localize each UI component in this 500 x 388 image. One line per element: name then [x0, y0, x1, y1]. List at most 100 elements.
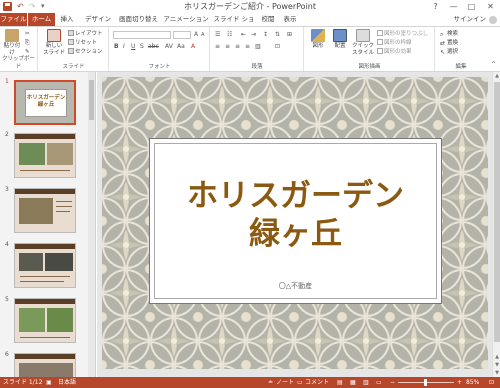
- copy-icon[interactable]: ⎘: [25, 39, 29, 47]
- slide-thumbnail-1[interactable]: ホリスガーデン緑ヶ丘: [14, 80, 76, 125]
- quick-styles-button[interactable]: クイック スタイル: [352, 29, 374, 57]
- thumb-header: [15, 189, 75, 194]
- bold-icon[interactable]: B: [114, 43, 119, 51]
- normal-view-icon[interactable]: ▤: [337, 377, 343, 388]
- align-center-icon[interactable]: ≡: [225, 43, 230, 51]
- font-color-icon[interactable]: A: [191, 43, 195, 51]
- paste-icon: [5, 29, 19, 42]
- shrink-font-icon[interactable]: A: [201, 31, 204, 39]
- strikethrough-icon[interactable]: abc: [148, 43, 159, 51]
- powerpoint-window: ↶ ↷ ▾ ホリスガーデンご紹介 - PowerPoint ? — □ ✕ ファ…: [0, 0, 500, 388]
- scrollbar-thumb[interactable]: [89, 80, 94, 120]
- slide-number: 3: [5, 186, 9, 193]
- notes-icon[interactable]: ≐: [268, 377, 273, 388]
- zoom-out-icon[interactable]: −: [390, 377, 395, 388]
- signin-link[interactable]: サインイン: [454, 13, 487, 26]
- tab-design[interactable]: デザイン: [83, 13, 113, 26]
- slide-thumbnail-2[interactable]: [14, 133, 76, 178]
- notes-button[interactable]: ノート: [276, 377, 294, 388]
- align-right-icon[interactable]: ≡: [235, 43, 240, 51]
- slides-label: スライド: [62, 64, 85, 70]
- slideshow-view-icon[interactable]: ▭: [376, 377, 382, 388]
- tab-transitions[interactable]: 画面切り替え: [117, 13, 160, 26]
- avatar[interactable]: [489, 16, 497, 24]
- editor-scrollbar[interactable]: ▲ ▲ ▼ ▼: [492, 72, 500, 377]
- scrollbar-thumb[interactable]: [494, 82, 500, 342]
- slide-thumbnail-6[interactable]: [14, 353, 76, 377]
- font-name-select[interactable]: [113, 31, 171, 39]
- find-button[interactable]: ⌕ 検索: [440, 30, 458, 38]
- tab-view[interactable]: 表示: [281, 13, 299, 26]
- smartart-icon[interactable]: ⊡: [275, 43, 280, 51]
- zoom-in-icon[interactable]: +: [457, 377, 462, 388]
- tab-home[interactable]: ホーム: [28, 13, 55, 26]
- shapes-button[interactable]: 図形: [308, 29, 328, 50]
- collapse-ribbon-icon[interactable]: ^: [491, 61, 496, 69]
- layout-button[interactable]: レイアウト: [68, 30, 103, 38]
- prev-slide-icon[interactable]: ▲: [493, 353, 500, 361]
- cut-icon[interactable]: ✂: [25, 30, 30, 38]
- fit-slide-icon[interactable]: ⊡: [489, 377, 494, 388]
- close-button[interactable]: ✕: [484, 0, 497, 13]
- align-text-icon[interactable]: ⊞: [287, 31, 292, 39]
- shape-effects-button[interactable]: 図形の効果: [377, 48, 412, 56]
- columns-icon[interactable]: ▥: [255, 43, 261, 51]
- decrease-indent-icon[interactable]: ⇤: [241, 31, 246, 39]
- slide-title[interactable]: ホリスガーデン 緑ヶ丘: [150, 177, 441, 253]
- justify-icon[interactable]: ≡: [245, 43, 250, 51]
- line-spacing-icon[interactable]: ↕: [263, 31, 268, 39]
- font-size-select[interactable]: [173, 31, 191, 39]
- grow-font-icon[interactable]: A: [194, 31, 198, 39]
- section-button[interactable]: セクション: [68, 48, 103, 56]
- reading-view-icon[interactable]: ▥: [363, 377, 369, 388]
- new-slide-button[interactable]: 新しい スライド: [42, 29, 66, 57]
- reset-button[interactable]: リセット: [68, 39, 97, 47]
- zoom-level[interactable]: 85%: [466, 377, 479, 388]
- clipboard-label: クリップボード: [1, 56, 35, 70]
- comments-icon[interactable]: ▭: [297, 377, 303, 388]
- text-direction-icon[interactable]: ⇅: [275, 31, 280, 39]
- spellcheck-icon[interactable]: ▣: [46, 377, 52, 388]
- slide-canvas[interactable]: ホリスガーデン 緑ヶ丘 〇△不動産: [102, 77, 488, 369]
- shadow-icon[interactable]: S: [140, 43, 144, 51]
- shape-outline-button[interactable]: 図形の枠線: [377, 39, 412, 47]
- select-button[interactable]: ↖ 選択: [440, 48, 458, 56]
- slide-subtitle[interactable]: 〇△不動産: [150, 281, 441, 291]
- title-line-1: ホリスガーデン: [187, 178, 404, 214]
- slide-thumbnail-3[interactable]: [14, 188, 76, 233]
- zoom-slider-knob[interactable]: [424, 379, 427, 386]
- case-icon[interactable]: Aa: [177, 43, 185, 51]
- increase-indent-icon[interactable]: ⇥: [251, 31, 256, 39]
- title-placeholder[interactable]: ホリスガーデン 緑ヶ丘 〇△不動産: [149, 138, 442, 304]
- help-icon[interactable]: ?: [429, 0, 442, 13]
- bullets-icon[interactable]: ☰: [215, 31, 220, 39]
- tab-insert[interactable]: 挿入: [58, 13, 76, 26]
- slide-sorter-icon[interactable]: ▦: [350, 377, 356, 388]
- tab-animations[interactable]: アニメーション: [163, 13, 209, 26]
- shape-fill-button[interactable]: 図形の塗りつぶし: [377, 30, 428, 38]
- italic-icon[interactable]: I: [123, 43, 125, 51]
- arrange-button[interactable]: 配置: [330, 29, 350, 50]
- thumb-photo: [19, 143, 45, 165]
- slides-pane-scrollbar[interactable]: [88, 72, 95, 377]
- tab-file[interactable]: ファイル: [0, 13, 27, 26]
- language-indicator[interactable]: 日本語: [58, 377, 76, 388]
- tab-review[interactable]: 校閲: [259, 13, 277, 26]
- next-slide-icon[interactable]: ▼: [493, 361, 500, 369]
- minimize-button[interactable]: —: [447, 0, 460, 13]
- tab-slideshow[interactable]: スライド ショー: [211, 13, 257, 36]
- editing-label: 編集: [455, 64, 467, 70]
- spacing-icon[interactable]: AV: [165, 43, 173, 51]
- maximize-button[interactable]: □: [465, 0, 478, 13]
- replace-button[interactable]: ⇄ 置換: [440, 39, 458, 47]
- underline-icon[interactable]: U: [131, 43, 135, 51]
- comments-button[interactable]: コメント: [305, 377, 329, 388]
- window-title: ホリスガーデンご紹介 - PowerPoint: [183, 2, 317, 11]
- scroll-down-icon[interactable]: ▼: [493, 369, 500, 377]
- numbering-icon[interactable]: ☷: [227, 31, 232, 39]
- scroll-up-icon[interactable]: ▲: [493, 72, 500, 80]
- paste-button[interactable]: 貼り付け: [2, 29, 22, 57]
- align-left-icon[interactable]: ≡: [215, 43, 220, 51]
- slide-thumbnail-5[interactable]: [14, 298, 76, 343]
- slide-thumbnail-4[interactable]: [14, 243, 76, 288]
